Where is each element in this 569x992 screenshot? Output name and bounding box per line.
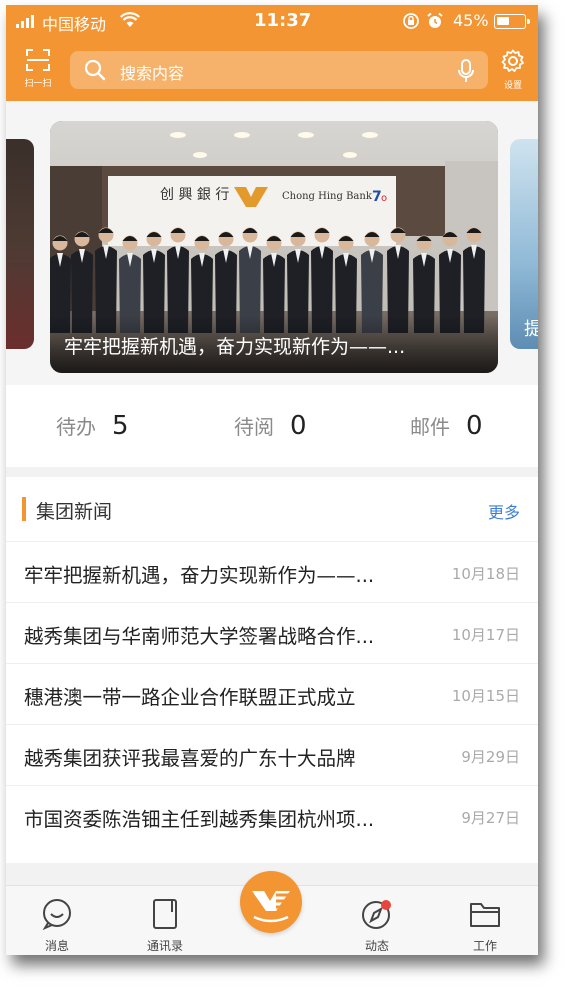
settings-label: 设置 — [503, 81, 522, 91]
counter-label: 待阅 — [234, 415, 274, 439]
search-placeholder: 搜索内容 — [120, 64, 185, 83]
counter-value: 5 — [112, 411, 129, 441]
search-icon — [84, 59, 106, 81]
tab-work[interactable]: 工作 — [450, 898, 520, 954]
tab-label: 动态 — [364, 939, 389, 953]
news-item-date: 9月27日 — [461, 809, 520, 827]
settings-button[interactable]: 设置 — [496, 49, 530, 91]
todo-counters: 待办 5 待阅 0 邮件 0 — [6, 385, 538, 467]
phone-screen: 中国移动 11:37 45% 扫一扫 搜索内容 设置 创 興 銀 行 Chong… — [6, 5, 538, 955]
news-item[interactable]: 穗港澳一带一路企业合作联盟正式成立 10月15日 — [6, 663, 538, 724]
tab-label: 工作 — [472, 939, 497, 953]
news-header: 集团新闻 更多 — [6, 477, 538, 541]
counter-to-read[interactable]: 待阅 0 — [234, 411, 307, 441]
microphone-icon[interactable] — [458, 59, 474, 83]
banner-carousel[interactable]: 创 興 銀 行 Chong Hing Bank 7 o 牢牢把握新机遇，奋力实现… — [6, 101, 538, 385]
news-item-title: 市国资委陈浩钿主任到越秀集团杭州项... — [24, 808, 375, 831]
tab-label: 通讯录 — [146, 939, 183, 953]
next-card-caption: 提 — [524, 319, 538, 340]
search-input[interactable]: 搜索内容 — [70, 51, 488, 89]
battery-percent: 45% — [453, 11, 489, 30]
carrier-name: 中国移动 — [42, 15, 107, 34]
news-item-title: 穗港澳一带一路企业合作联盟正式成立 — [24, 686, 356, 709]
scan-label: 扫一扫 — [24, 79, 52, 89]
banner-card-next[interactable]: 提 — [510, 139, 538, 349]
news-item-date: 9月29日 — [461, 748, 520, 766]
signal-icon — [16, 14, 34, 28]
battery-fill — [497, 17, 509, 25]
tab-contacts[interactable]: 通讯录 — [130, 898, 200, 954]
scan-icon — [26, 49, 50, 71]
counter-value: 0 — [290, 411, 307, 441]
contacts-book-icon — [153, 899, 177, 929]
app-header: 扫一扫 搜索内容 设置 — [6, 39, 538, 101]
news-item[interactable]: 越秀集团获评我最喜爱的广东十大品牌 9月29日 — [6, 724, 538, 785]
banner-card-current[interactable]: 创 興 銀 行 Chong Hing Bank 7 o 牢牢把握新机遇，奋力实现… — [50, 121, 498, 373]
news-item-title: 牢牢把握新机遇，奋力实现新作为——... — [24, 564, 375, 587]
svg-text:创 興 銀 行: 创 興 銀 行 — [160, 187, 229, 203]
compass-icon — [362, 900, 391, 929]
counter-todo[interactable]: 待办 5 — [56, 411, 129, 441]
svg-text:o: o — [381, 193, 387, 204]
folder-icon — [470, 903, 500, 927]
banner-card-previous[interactable] — [6, 139, 34, 349]
more-link[interactable]: 更多 — [488, 499, 520, 523]
wifi-icon — [120, 12, 140, 27]
news-item[interactable]: 牢牢把握新机遇，奋力实现新作为——... 10月18日 — [6, 541, 538, 602]
battery-icon — [494, 14, 530, 29]
news-item[interactable]: 越秀集团与华南师范大学签署战略合作... 10月17日 — [6, 602, 538, 663]
ye-logo-icon — [252, 891, 290, 923]
gear-icon — [501, 49, 524, 72]
counter-label: 邮件 — [410, 415, 450, 439]
chat-bubble-icon — [42, 899, 71, 931]
counter-value: 0 — [466, 411, 483, 441]
rotation-lock-icon — [403, 13, 419, 29]
svg-text:Chong Hing Bank: Chong Hing Bank — [282, 191, 373, 202]
news-item[interactable]: 市国资委陈浩钿主任到越秀集团杭州项... 9月27日 — [6, 785, 538, 846]
news-item-date: 10月17日 — [451, 626, 520, 644]
clock: 11:37 — [254, 10, 312, 31]
news-item-title: 越秀集团获评我最喜爱的广东十大品牌 — [24, 747, 356, 770]
news-item-date: 10月15日 — [451, 687, 520, 705]
counter-label: 待办 — [56, 415, 96, 439]
group-news-section: 集团新闻 更多 牢牢把握新机遇，奋力实现新作为——... 10月18日 越秀集团… — [6, 477, 538, 863]
tab-label: 消息 — [44, 939, 69, 953]
home-logo-button[interactable] — [240, 871, 302, 933]
section-title: 集团新闻 — [36, 501, 113, 523]
scan-button[interactable]: 扫一扫 — [20, 49, 56, 89]
tab-messages[interactable]: 消息 — [22, 898, 92, 954]
news-item-date: 10月18日 — [451, 565, 520, 583]
status-bar: 中国移动 11:37 45% — [6, 5, 538, 39]
section-accent-bar — [22, 497, 26, 521]
counter-mail[interactable]: 邮件 0 — [410, 411, 483, 441]
banner-caption: 牢牢把握新机遇，奋力实现新作为——... — [64, 336, 406, 358]
news-item-title: 越秀集团与华南师范大学签署战略合作... — [24, 625, 375, 648]
tab-updates[interactable]: 动态 — [342, 898, 412, 954]
alarm-icon — [427, 12, 443, 28]
